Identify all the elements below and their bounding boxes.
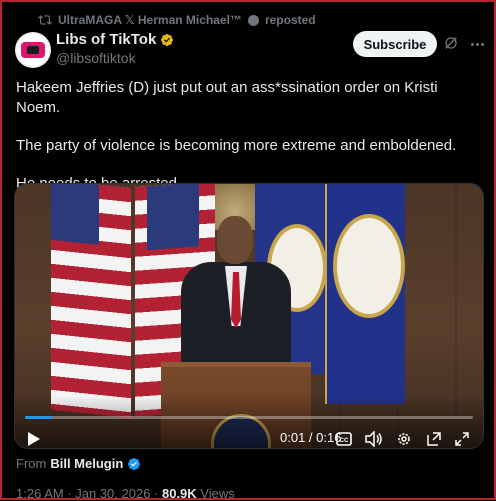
avatar-logo-inner (27, 46, 39, 54)
subscribe-button[interactable]: Subscribe (353, 31, 437, 57)
house-seal (333, 214, 405, 318)
volume-icon[interactable] (365, 430, 383, 448)
tweet-paragraph: The party of violence is becoming more e… (16, 137, 457, 154)
author-display-name[interactable]: Libs of TikTok (56, 31, 156, 48)
fullscreen-icon[interactable] (453, 430, 471, 448)
settings-gear-icon[interactable] (395, 430, 413, 448)
repost-users[interactable]: UltraMAGA 𝕏 Herman Michael™ (58, 13, 242, 27)
more-options-icon[interactable] (468, 35, 486, 53)
repost-icon (38, 15, 52, 25)
video-progress-bar[interactable] (25, 416, 473, 419)
avatar[interactable] (15, 32, 51, 68)
verified-blue-icon (128, 457, 141, 470)
video-player[interactable]: 0:01 / 0:16 CC (14, 183, 484, 449)
repost-suffix: reposted (264, 13, 316, 27)
views-label: Views (196, 486, 235, 501)
us-flag (51, 184, 131, 419)
tweet-paragraph: Hakeem Jeffries (D) just put out an ass*… (16, 79, 438, 116)
author-name-row[interactable]: Libs of TikTok (56, 31, 174, 48)
attribution-name[interactable]: Bill Melugin (50, 456, 123, 471)
tweet-timestamp[interactable]: 1:26 AM · Jan 30, 2026 · (16, 486, 162, 501)
repost-indicator[interactable]: UltraMAGA 𝕏 Herman Michael™ reposted (38, 12, 316, 28)
video-progress-fill (25, 416, 52, 419)
verified-gold-icon (161, 33, 174, 46)
from-label: From (16, 456, 47, 471)
views-count: 80.9K (161, 486, 197, 501)
video-time: 0:01 / 0:16 (280, 430, 342, 445)
speaker-head (217, 216, 253, 264)
grok-icon[interactable] (443, 35, 459, 51)
video-controls: 0:01 / 0:16 CC (15, 396, 483, 448)
svg-text:CC: CC (340, 438, 349, 444)
tweet-meta: 1:26 AM · Jan 30, 2026 · 80.9K Views (16, 486, 235, 501)
author-handle[interactable]: @libsoftiktok (56, 50, 136, 66)
play-icon[interactable] (25, 430, 43, 448)
verified-icon (247, 14, 259, 26)
captions-icon[interactable]: CC (335, 430, 353, 448)
popout-icon[interactable] (425, 430, 443, 448)
video-attribution: From Bill Melugin (16, 456, 141, 471)
